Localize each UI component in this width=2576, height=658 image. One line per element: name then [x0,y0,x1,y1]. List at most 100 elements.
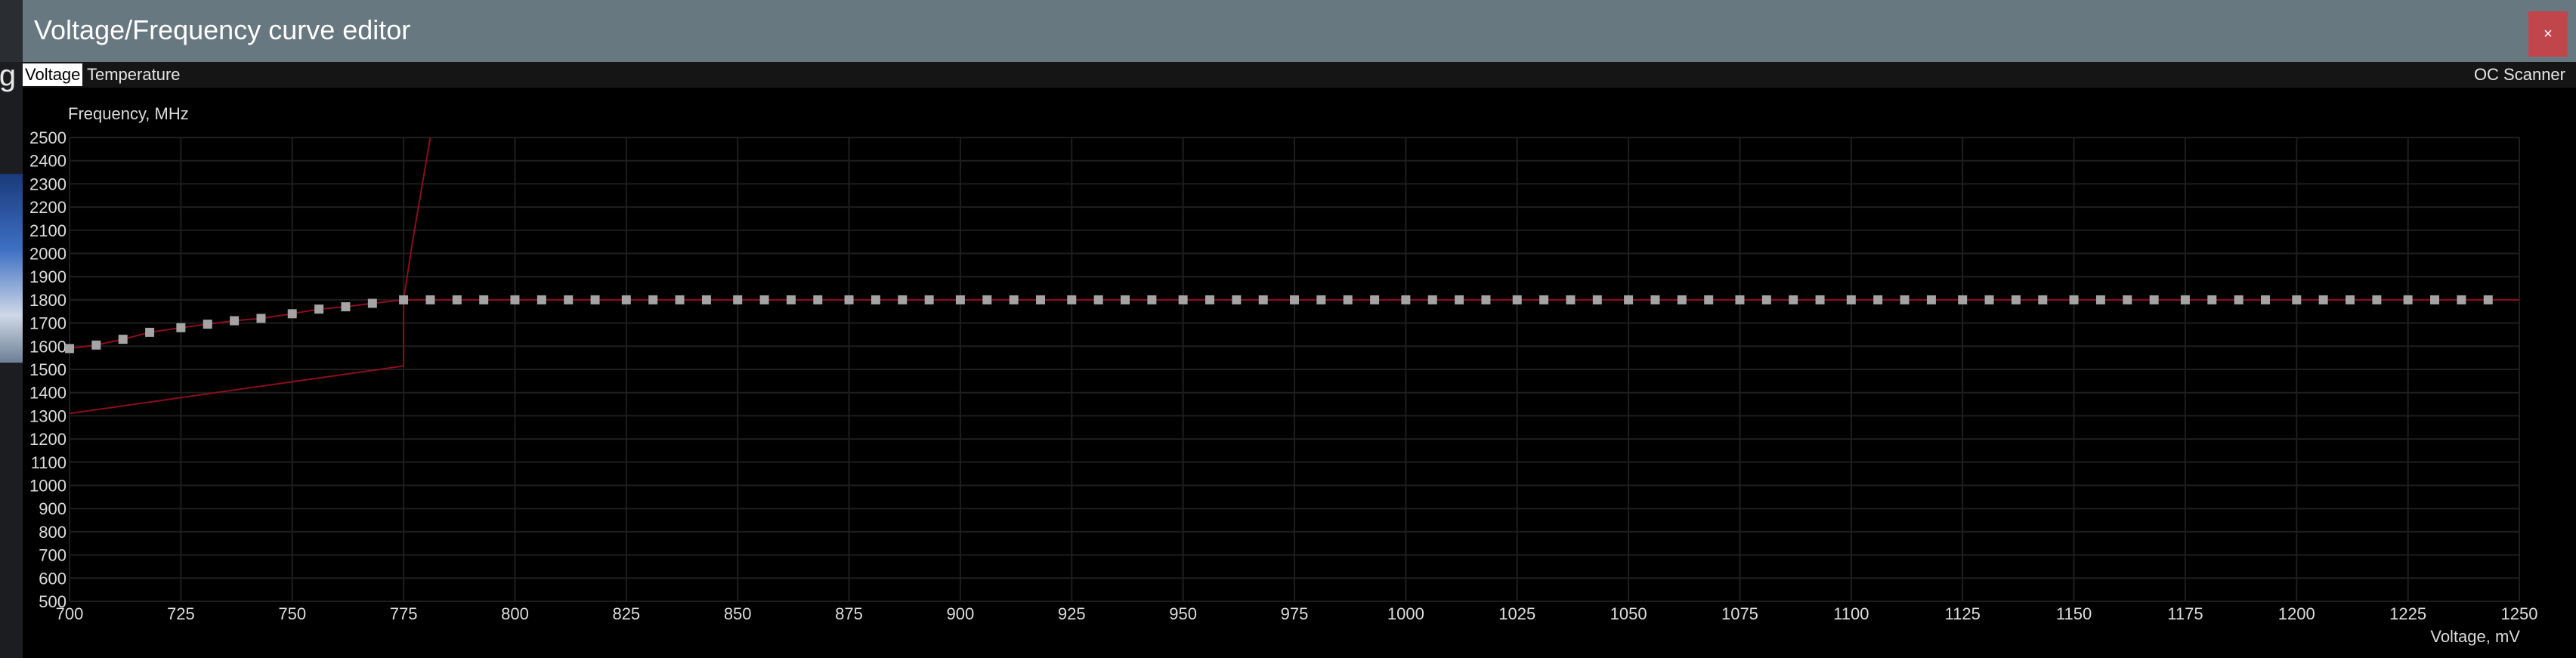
curve-point[interactable] [145,327,155,337]
curve-point[interactable] [1566,295,1576,304]
curve-point[interactable] [590,295,600,304]
curve-point[interactable] [118,335,128,344]
curve-point[interactable] [537,295,546,304]
curve-point[interactable] [399,295,409,304]
curve-point[interactable] [425,295,435,304]
curve-point[interactable] [230,316,240,326]
curve-point[interactable] [314,304,324,314]
curve-point[interactable] [2038,295,2048,304]
curve-point[interactable] [1873,295,1883,304]
curve-point[interactable] [2180,295,2190,304]
curve-point[interactable] [1539,295,1549,304]
curve-point[interactable] [176,323,186,332]
curve-point[interactable] [844,295,854,304]
curve-point[interactable] [479,295,489,304]
curve-point[interactable] [1401,295,1411,304]
title-bar[interactable]: Voltage/Frequency curve editor × [23,0,2576,62]
curve-point[interactable] [1704,295,1714,304]
curve-point[interactable] [2207,295,2217,304]
curve-point[interactable] [564,295,574,304]
curve-point[interactable] [2318,295,2328,304]
curve-point[interactable] [1650,295,1660,304]
curve-point[interactable] [733,295,743,304]
curve-point[interactable] [2069,295,2079,304]
curve-point[interactable] [91,340,101,350]
oc-scanner-button[interactable]: OC Scanner [2474,63,2565,86]
tab-voltage[interactable]: Voltage [23,63,83,86]
curve-point[interactable] [1232,295,1242,304]
curve-point[interactable] [2261,295,2271,304]
curve-point[interactable] [510,295,520,304]
curve-point[interactable] [341,302,351,312]
curve-point[interactable] [1258,295,1268,304]
curve-point[interactable] [813,295,823,304]
curve-point[interactable] [871,295,880,304]
curve-point[interactable] [1316,295,1326,304]
curve-point[interactable] [287,309,297,319]
curve-point[interactable] [1455,295,1464,304]
x-tick-label: 1150 [2056,604,2092,623]
curve-point[interactable] [1815,295,1825,304]
curve-point[interactable] [786,295,796,304]
curve-point[interactable] [2457,295,2466,304]
curve-point[interactable] [1178,295,1188,304]
curve-point[interactable] [1735,295,1745,304]
curve-point[interactable] [1592,295,1602,304]
curve-point[interactable] [2292,295,2302,304]
curve-point[interactable] [898,295,908,304]
curve-point[interactable] [675,295,685,304]
curve-point[interactable] [1900,295,1910,304]
curve-point[interactable] [2430,295,2440,304]
close-button[interactable]: × [2528,11,2568,57]
curve-points[interactable] [65,295,2493,354]
curve-point[interactable] [1370,295,1380,304]
curve-point[interactable] [1343,295,1353,304]
curve-point[interactable] [1926,295,1936,304]
curve-point[interactable] [1846,295,1856,304]
curve-point[interactable] [1036,295,1046,304]
curve-point[interactable] [1427,295,1437,304]
curve-point[interactable] [1205,295,1215,304]
curve-point[interactable] [65,344,74,354]
curve-point[interactable] [2095,295,2105,304]
curve-point[interactable] [1121,295,1130,304]
curve-point[interactable] [648,295,658,304]
curve-point[interactable] [2346,295,2355,304]
y-tick-label: 1300 [29,406,66,425]
curve-point[interactable] [1147,295,1157,304]
curve-point[interactable] [1481,295,1491,304]
curve-point[interactable] [367,298,377,308]
curve-point[interactable] [1093,295,1103,304]
curve-point[interactable] [256,314,266,323]
curve-point[interactable] [452,295,462,304]
curve-point[interactable] [1789,295,1798,304]
curve-point[interactable] [955,295,965,304]
curve-point[interactable] [2483,295,2493,304]
curve-point[interactable] [1984,295,1994,304]
curve-point[interactable] [701,295,711,304]
vf-curve-line [69,298,2488,350]
curve-point[interactable] [1290,295,1299,304]
curve-point[interactable] [2234,295,2244,304]
curve-point[interactable] [1761,295,1771,304]
curve-point[interactable] [1624,295,1634,304]
curve-point[interactable] [2123,295,2132,304]
curve-point[interactable] [203,320,212,329]
curve-point[interactable] [924,295,934,304]
curve-point[interactable] [1067,295,1077,304]
x-tick-label: 1100 [1833,604,1869,623]
curve-point[interactable] [1009,295,1019,304]
vf-curve-chart[interactable]: 500 600 700 800 900 1000 1100 1200 1300 1400 1500 1… [23,88,2576,658]
curve-point[interactable] [1958,295,1968,304]
tab-temperature[interactable]: Temperature [85,63,183,86]
curve-point[interactable] [1677,295,1687,304]
curve-point[interactable] [1512,295,1522,304]
curve-point[interactable] [2149,295,2159,304]
curve-point[interactable] [621,295,631,304]
curve-point[interactable] [2403,295,2413,304]
curve-point[interactable] [982,295,992,304]
curve-point[interactable] [759,295,769,304]
chart-svg[interactable]: 5006007008009001000110012001300140015001… [23,88,2576,658]
curve-point[interactable] [2011,295,2021,304]
curve-point[interactable] [2372,295,2382,304]
